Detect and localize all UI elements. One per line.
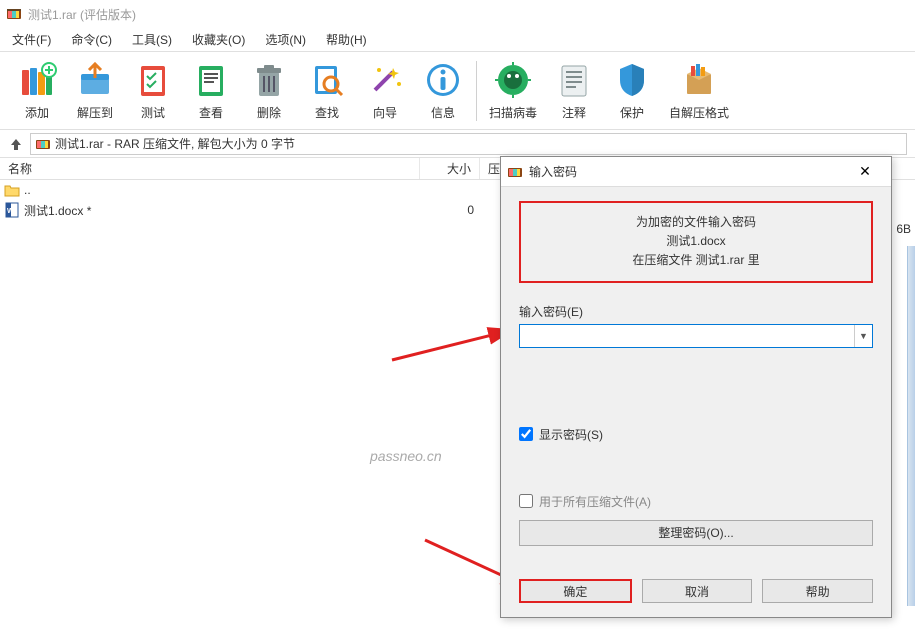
books-add-icon [17, 60, 57, 100]
organize-passwords-button[interactable]: 整理密码(O)... [519, 520, 873, 546]
dialog-title: 输入密码 [529, 163, 845, 180]
password-dialog: 输入密码 ✕ 为加密的文件输入密码 测试1.docx 在压缩文件 测试1.rar… [500, 156, 892, 618]
virus-icon [493, 60, 533, 100]
path-box[interactable]: 测试1.rar - RAR 压缩文件, 解包大小为 0 字节 [30, 133, 907, 155]
comment-icon [554, 60, 594, 100]
winrar-archive-icon [35, 136, 51, 152]
titlebar: 测试1.rar (评估版本) [0, 0, 915, 28]
menu-favorites[interactable]: 收藏夹(O) [184, 28, 253, 51]
tool-sfx[interactable]: 自解压格式 [661, 56, 737, 125]
info-icon [423, 60, 463, 100]
tool-delete[interactable]: 删除 [240, 56, 298, 125]
show-password-label: 显示密码(S) [539, 426, 603, 443]
test-icon [133, 60, 173, 100]
pathbar: 测试1.rar - RAR 压缩文件, 解包大小为 0 字节 [0, 130, 915, 158]
tool-view[interactable]: 查看 [182, 56, 240, 125]
use-all-checkbox[interactable] [519, 494, 533, 508]
ok-button[interactable]: 确定 [519, 579, 632, 603]
menu-file[interactable]: 文件(F) [4, 28, 59, 51]
svg-text:W: W [7, 208, 14, 215]
password-combo: ▼ [519, 324, 873, 348]
toolbar: 添加 解压到 测试 查看 删除 查找 向导 信息 扫描病毒 注释 保护 [0, 52, 915, 130]
password-input[interactable] [520, 325, 854, 347]
dropdown-arrow-icon[interactable]: ▼ [854, 325, 872, 347]
prompt-line-1: 为加密的文件输入密码 [533, 213, 859, 232]
tool-info[interactable]: 信息 [414, 56, 472, 125]
cancel-button[interactable]: 取消 [642, 579, 753, 603]
watermark: passneo.cn [370, 448, 442, 464]
view-icon [191, 60, 231, 100]
tool-add[interactable]: 添加 [8, 56, 66, 125]
shield-icon [612, 60, 652, 100]
close-button[interactable]: ✕ [845, 158, 885, 186]
up-arrow-icon[interactable] [8, 136, 24, 152]
find-icon [307, 60, 347, 100]
window-title: 测试1.rar (评估版本) [28, 6, 136, 23]
path-text: 测试1.rar - RAR 压缩文件, 解包大小为 0 字节 [55, 135, 295, 152]
truncated-text: 6B [896, 222, 911, 236]
col-size[interactable]: 大小 [420, 158, 480, 179]
help-button[interactable]: 帮助 [762, 579, 873, 603]
show-password-checkbox[interactable] [519, 427, 533, 441]
tool-protect[interactable]: 保护 [603, 56, 661, 125]
prompt-line-3: 在压缩文件 测试1.rar 里 [533, 251, 859, 270]
tool-extract[interactable]: 解压到 [66, 56, 124, 125]
tool-test[interactable]: 测试 [124, 56, 182, 125]
prompt-box: 为加密的文件输入密码 测试1.docx 在压缩文件 测试1.rar 里 [519, 201, 873, 283]
folder-up-icon [4, 182, 20, 198]
winrar-app-icon [6, 6, 22, 22]
wizard-icon [365, 60, 405, 100]
use-all-label: 用于所有压缩文件(A) [539, 493, 651, 510]
tool-find[interactable]: 查找 [298, 56, 356, 125]
password-label: 输入密码(E) [519, 303, 873, 320]
menu-tools[interactable]: 工具(S) [124, 28, 180, 51]
menu-help[interactable]: 帮助(H) [318, 28, 375, 51]
prompt-line-2: 测试1.docx [533, 232, 859, 251]
tool-comment[interactable]: 注释 [545, 56, 603, 125]
winrar-app-icon [507, 164, 523, 180]
delete-icon [249, 60, 289, 100]
menu-options[interactable]: 选项(N) [257, 28, 314, 51]
side-panel-edge [907, 246, 915, 606]
tool-virus-scan[interactable]: 扫描病毒 [481, 56, 545, 125]
docx-icon: W [4, 202, 20, 218]
use-all-row: 用于所有压缩文件(A) [519, 493, 873, 510]
menubar: 文件(F) 命令(C) 工具(S) 收藏夹(O) 选项(N) 帮助(H) [0, 28, 915, 52]
menu-command[interactable]: 命令(C) [63, 28, 120, 51]
toolbar-separator [476, 61, 477, 121]
col-name[interactable]: 名称 [0, 158, 420, 179]
extract-icon [75, 60, 115, 100]
dialog-buttons: 确定 取消 帮助 [519, 579, 873, 603]
dialog-titlebar: 输入密码 ✕ [501, 157, 891, 187]
show-password-row: 显示密码(S) [519, 426, 873, 443]
sfx-box-icon [679, 60, 719, 100]
dialog-body: 为加密的文件输入密码 测试1.docx 在压缩文件 测试1.rar 里 输入密码… [501, 187, 891, 617]
tool-wizard[interactable]: 向导 [356, 56, 414, 125]
